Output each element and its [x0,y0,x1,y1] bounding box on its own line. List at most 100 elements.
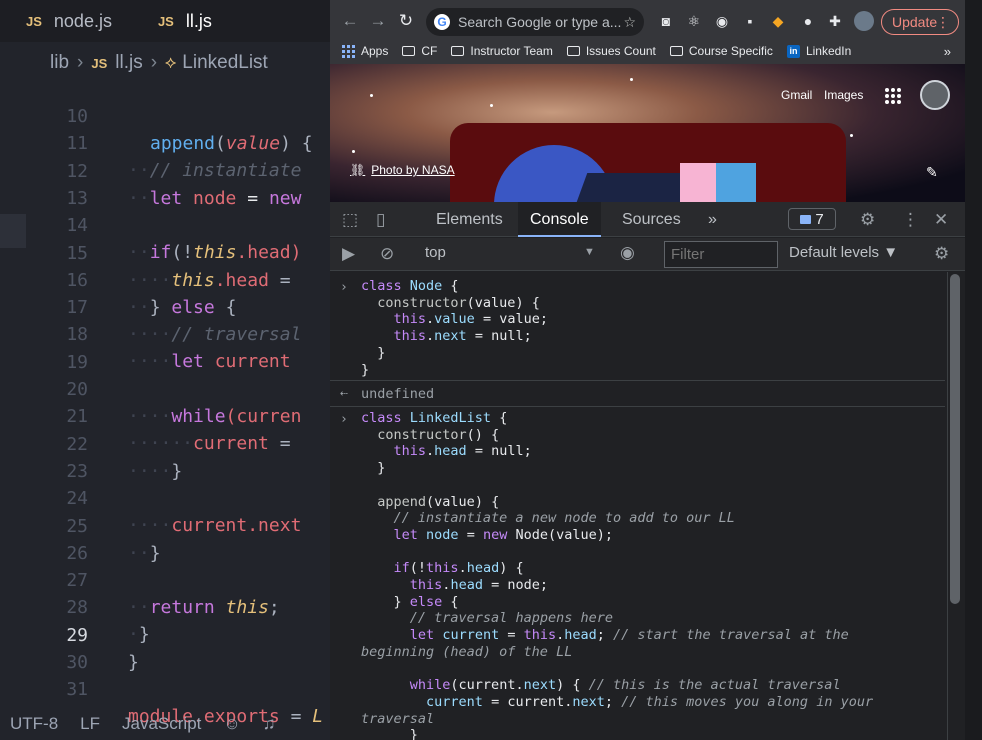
omnibox[interactable]: G Search Google or type a... ☆ [426,8,644,36]
inspect-element-icon[interactable]: ⬚ [342,210,358,230]
eye-icon[interactable]: ◉ [620,243,635,263]
apps-icon [342,44,355,58]
photo-credit-link[interactable]: ⛓ Photo by NASA [350,163,455,177]
folder-icon [669,46,683,56]
google-doodle[interactable] [450,123,846,202]
code-line: 23 [0,431,330,482]
react-extension-icon[interactable]: ⚛ [686,13,702,29]
device-toolbar-icon[interactable]: ▯ [376,210,385,230]
bookmark-course-specific[interactable]: Course Specific [669,44,773,58]
account-avatar[interactable] [920,80,950,110]
kebab-menu-icon[interactable]: ⋮ [902,210,919,230]
code-line: 20 ····while(curren [0,349,330,427]
breadcrumb-symbol[interactable]: LinkedList [182,52,268,74]
class-icon: ⟡ [165,53,177,72]
breadcrumb-folder[interactable]: lib [50,52,69,74]
code-line: 18 ····let current [0,294,330,372]
clear-console-icon[interactable]: ⊘ [380,244,394,264]
code-line: 17 ····// traversal [0,267,330,345]
code-line: 21 ······current = [0,376,330,454]
bookmark-linkedin[interactable]: in LinkedIn [786,44,851,58]
code-line: 19 [0,322,330,373]
bookmark-cf[interactable]: CF [402,44,437,58]
bookmarks-overflow-button[interactable]: » [944,44,951,59]
gmail-link[interactable]: Gmail [781,88,812,102]
status-eol[interactable]: LF [80,714,100,734]
line-number: 31 [66,679,88,701]
console-line: let node = new Node(value); [393,526,614,543]
tab-sources[interactable]: Sources [610,202,693,237]
update-button[interactable]: Update ⋮ [881,9,959,35]
browser-window: ← → ↻ G Search Google or type a... ☆ ◙ ⚛… [330,0,965,740]
bookmark-label: CF [421,44,438,58]
link-icon: ⛓ [350,163,366,177]
code-line: 14 ··if(!this.head) [0,185,330,263]
console-line: class Node { [361,278,459,294]
console-line: traversal [361,710,435,727]
target-extension-icon[interactable]: ◉ [714,13,730,29]
forward-arrow-icon[interactable]: → [364,11,392,31]
bookmark-apps[interactable]: Apps [342,44,388,58]
status-encoding[interactable]: UTF-8 [10,714,58,734]
reload-icon[interactable]: ↻ [392,11,420,31]
tab-node-js[interactable]: JS node.js [0,0,132,42]
console-line: // traversal happens here [409,610,613,627]
console-line: this.value = value; [393,311,548,328]
tab-console[interactable]: Console [518,202,601,237]
profile-avatar[interactable] [854,11,874,31]
bookmark-star-icon[interactable]: ☆ [623,14,636,31]
circle-extension-icon[interactable]: ● [800,13,816,29]
orange-extension-icon[interactable]: ◆ [770,13,786,29]
console-line: append(value) { [377,493,500,510]
bookmark-instructor-team[interactable]: Instructor Team [451,44,553,58]
console-output[interactable]: › class Node { constructor(value) { this… [330,272,945,740]
puzzle-icon[interactable]: ✚ [827,13,843,29]
console-settings-icon[interactable]: ⚙ [934,244,949,264]
code-line: 22 ····} [0,404,330,482]
bell-icon[interactable]: ♫ [263,714,276,734]
js-file-icon: JS [91,55,108,71]
js-file-icon: JS [26,13,42,29]
linkedin-icon: in [786,44,800,58]
screen: JS node.js JS ll.js lib › JS ll.js › ⟡ L… [0,0,982,740]
chevron-right-icon: › [150,52,158,73]
code-line: 26 [0,513,330,564]
console-toolbar: ▶ ⊘ top ▼ ◉ Default levels ▼ ⚙ [330,238,965,271]
code-line: 27 ··return this; [0,540,330,618]
console-line: } [361,361,370,378]
context-selector[interactable]: top [425,244,446,261]
status-language[interactable]: JavaScript [122,714,201,734]
back-arrow-icon[interactable]: ← [336,11,364,31]
bookmark-issues-count[interactable]: Issues Count [566,44,656,58]
window-edge [965,0,982,740]
code-line: 24 ····current.next [0,458,330,536]
console-result: undefined [361,386,435,402]
code-line: 16 ··} else { [0,240,330,318]
camera-extension-icon[interactable]: ◙ [658,13,674,29]
dots-extension-icon[interactable]: ▪ [742,13,758,29]
google-apps-icon[interactable] [885,88,901,104]
more-tabs-button[interactable]: » [696,202,729,237]
console-scrollbar[interactable] [947,272,962,740]
feedback-icon[interactable]: ☺ [223,714,240,734]
log-levels-dropdown[interactable]: Default levels ▼ [789,244,898,261]
gear-icon[interactable]: ⚙ [860,210,875,230]
scrollbar-thumb[interactable] [950,274,960,604]
filter-input[interactable] [664,241,778,268]
console-line: if(!this.head) { [393,560,524,577]
code-line: 31 module.exports = L [0,649,330,727]
console-line: constructor(value) { [377,294,540,311]
pencil-icon[interactable]: ✎ [926,164,938,181]
breadcrumb: lib › JS ll.js › ⟡ LinkedList [0,46,268,80]
photo-credit-text: Photo by NASA [371,163,455,177]
tab-label: ll.js [185,10,212,31]
bookmarks-bar: Apps CF Instructor Team Issues Count Cou… [330,38,965,64]
sidebar-toggle-icon[interactable]: ▶ [342,244,355,264]
close-icon[interactable]: ✕ [934,210,948,230]
tab-ll-js[interactable]: JS ll.js [132,0,232,42]
issues-badge[interactable]: 7 [788,208,836,230]
breadcrumb-file[interactable]: ll.js [115,52,142,74]
images-link[interactable]: Images [824,88,863,102]
dropdown-arrow-icon[interactable]: ▼ [584,246,595,258]
tab-elements[interactable]: Elements [424,202,515,237]
